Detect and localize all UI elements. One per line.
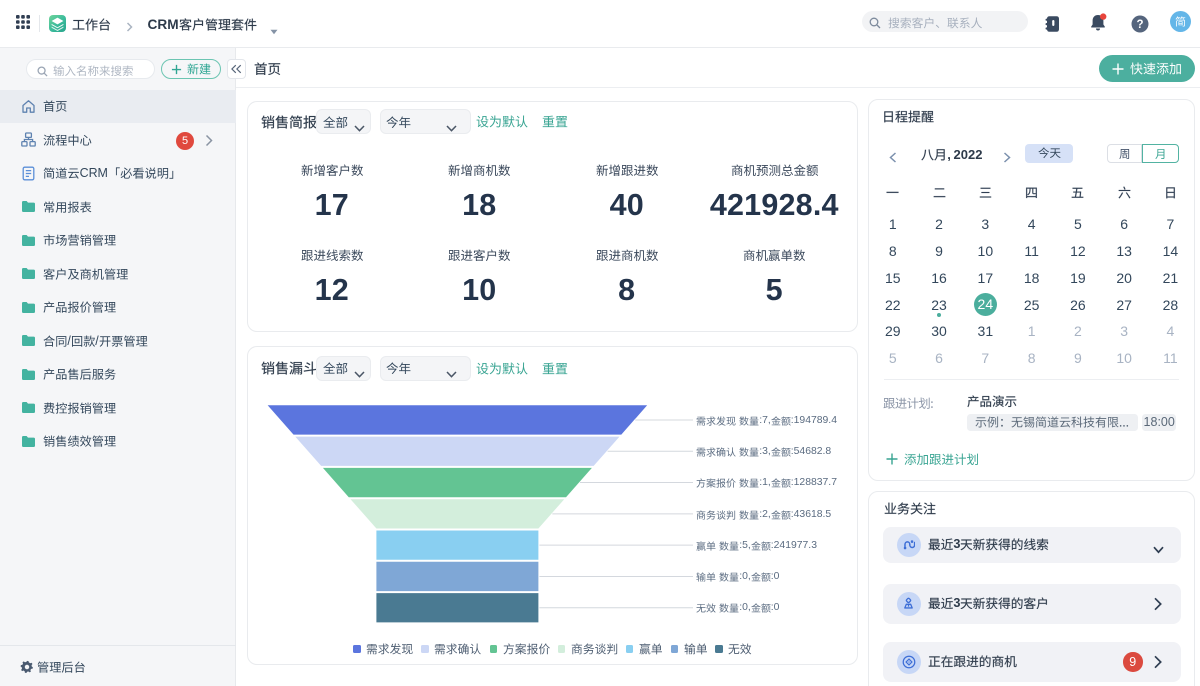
svg-text:?: ? xyxy=(1136,19,1143,31)
